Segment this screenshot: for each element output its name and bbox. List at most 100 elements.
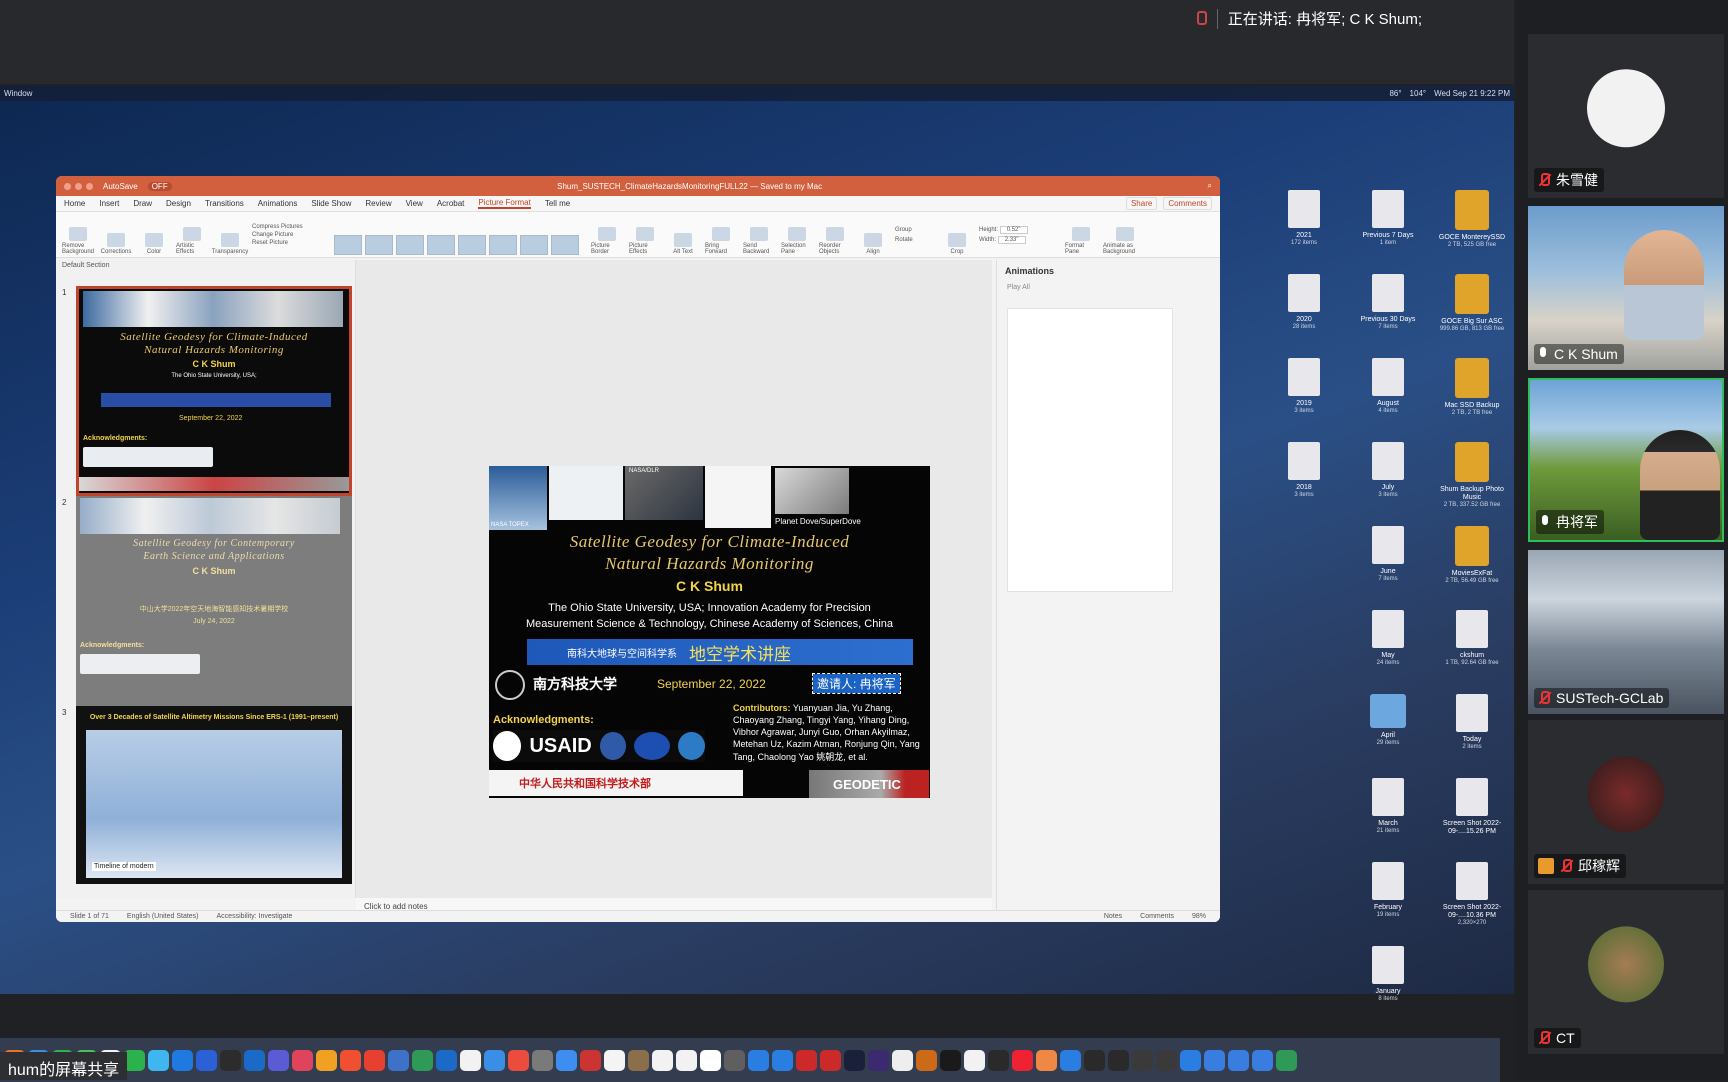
desktop-icon[interactable]: June 7 items — [1352, 526, 1424, 583]
desktop-icon[interactable]: Previous 7 Days 1 item — [1352, 190, 1424, 247]
dock-app-icon[interactable] — [940, 1049, 961, 1071]
dock-app-icon[interactable] — [412, 1049, 433, 1071]
dock-app-icon[interactable] — [1132, 1049, 1153, 1071]
corrections-button[interactable]: Corrections — [100, 233, 132, 255]
desktop-icon[interactable]: Shum Backup Photo Music 2 TB, 337.52 GB f… — [1436, 442, 1508, 509]
tab-review[interactable]: Review — [365, 199, 391, 208]
dock-app-icon[interactable] — [292, 1049, 313, 1071]
slide-thumbnail-3[interactable]: Over 3 Decades of Satellite Altimetry Mi… — [76, 706, 352, 884]
tab-design[interactable]: Design — [166, 199, 191, 208]
dock-app-icon[interactable] — [1156, 1049, 1177, 1071]
autosave-toggle[interactable]: OFF — [147, 181, 172, 191]
comments-button[interactable]: Comments — [1163, 197, 1212, 210]
rotate-button[interactable]: Rotate — [895, 237, 935, 243]
dock-app-icon[interactable] — [556, 1049, 577, 1071]
desktop-icon[interactable]: Screen Shot 2022-09-....15.26 PM — [1436, 778, 1508, 836]
play-all-button[interactable]: Play All — [997, 282, 1220, 293]
dock-app-icon[interactable] — [1060, 1049, 1081, 1071]
tab-home[interactable]: Home — [64, 199, 85, 208]
desktop-icon[interactable]: Previous 30 Days 7 items — [1352, 274, 1424, 331]
dock-app-icon[interactable] — [244, 1049, 265, 1071]
language[interactable]: English (United States) — [127, 913, 199, 920]
dock-app-icon[interactable] — [676, 1049, 697, 1071]
remove-background-button[interactable]: Remove Background — [62, 227, 94, 255]
desktop-icon[interactable]: February 19 items — [1352, 862, 1424, 919]
participant-tile-3[interactable]: 冉将军 — [1528, 378, 1724, 542]
desktop-icon[interactable]: 2021 172 items — [1268, 190, 1340, 247]
desktop-icon[interactable]: April 29 items — [1352, 694, 1424, 747]
tab-draw[interactable]: Draw — [133, 199, 152, 208]
participant-tile-1[interactable]: 朱雪健 — [1528, 34, 1724, 198]
dock-app-icon[interactable] — [652, 1049, 673, 1071]
dock-app-icon[interactable] — [1204, 1049, 1225, 1071]
desktop-icon[interactable]: May 24 items — [1352, 610, 1424, 667]
compress-pictures-button[interactable]: Compress Pictures — [252, 224, 322, 230]
participant-tile-2[interactable]: C K Shum — [1528, 206, 1724, 370]
send-backward-button[interactable]: Send Backward — [743, 227, 775, 255]
dock-app-icon[interactable] — [700, 1049, 721, 1071]
participant-tile-4[interactable]: SUSTech-GCLab — [1528, 550, 1724, 714]
tab-view[interactable]: View — [406, 199, 423, 208]
animation-list[interactable] — [1007, 308, 1173, 592]
dock-app-icon[interactable] — [964, 1049, 985, 1071]
participant-tile-5[interactable]: 邱稼辉 — [1528, 720, 1724, 884]
search-icon[interactable]: ⌕ — [1208, 181, 1212, 191]
alt-text-button[interactable]: Alt Text — [667, 233, 699, 255]
dock-app-icon[interactable] — [748, 1049, 769, 1071]
dock-app-icon[interactable] — [1180, 1049, 1201, 1071]
desktop-icon[interactable]: MoviesExFat 2 TB, 56.49 GB free — [1436, 526, 1508, 585]
main-slide[interactable]: NASA TOPEX NASA/DLR Planet Dove/SuperDov… — [489, 466, 930, 798]
slide-thumbnail-2[interactable]: Satellite Geodesy for Contemporary Earth… — [76, 496, 352, 706]
desktop-icon[interactable]: GOCE Big Sur ASC 999.86 GB, 813 GB free — [1436, 274, 1508, 333]
tab-acrobat[interactable]: Acrobat — [437, 199, 465, 208]
picture-border-button[interactable]: Picture Border — [591, 227, 623, 255]
dock-app-icon[interactable] — [436, 1049, 457, 1071]
desktop-icon[interactable]: Today 2 items — [1436, 694, 1508, 751]
dock-app-icon[interactable] — [1108, 1049, 1129, 1071]
dock-app-icon[interactable] — [604, 1049, 625, 1071]
transparency-button[interactable]: Transparency — [212, 233, 248, 255]
dock-app-icon[interactable] — [772, 1049, 793, 1071]
group-button[interactable]: Group — [895, 227, 935, 233]
bring-forward-button[interactable]: Bring Forward — [705, 227, 737, 255]
dock-app-icon[interactable] — [1036, 1049, 1057, 1071]
change-picture-button[interactable]: Change Picture — [252, 232, 322, 238]
dock-app-icon[interactable] — [868, 1049, 889, 1071]
dock-app-icon[interactable] — [916, 1049, 937, 1071]
tab-insert[interactable]: Insert — [99, 199, 119, 208]
desktop-icon[interactable]: 2019 3 items — [1268, 358, 1340, 415]
desktop-icon[interactable]: 2018 3 items — [1268, 442, 1340, 499]
dock-app-icon[interactable] — [532, 1049, 553, 1071]
desktop-icon[interactable]: 2020 28 items — [1268, 274, 1340, 331]
window-controls[interactable] — [64, 182, 93, 190]
reorder-objects-button[interactable]: Reorder Objects — [819, 227, 851, 255]
dock-app-icon[interactable] — [316, 1049, 337, 1071]
tab-animations[interactable]: Animations — [258, 199, 298, 208]
dock-app-icon[interactable] — [268, 1049, 289, 1071]
desktop-icon[interactable]: Screen Shot 2022-09-....10.36 PM 2,320×27… — [1436, 862, 1508, 927]
dock-app-icon[interactable] — [460, 1049, 481, 1071]
share-button[interactable]: Share — [1125, 197, 1158, 210]
participant-tile-6[interactable]: CT — [1528, 890, 1724, 1054]
desktop-icon[interactable]: GOCE MontereySSD 2 TB, 525 GB free — [1436, 190, 1508, 249]
width-field[interactable]: 2.33" — [997, 235, 1026, 244]
tab-slide-show[interactable]: Slide Show — [311, 199, 351, 208]
status-comments-button[interactable]: Comments — [1140, 913, 1174, 920]
dock-app-icon[interactable] — [508, 1049, 529, 1071]
desktop-icon[interactable]: March 21 items — [1352, 778, 1424, 835]
desktop-icon[interactable]: Mac SSD Backup 2 TB, 2 TB free — [1436, 358, 1508, 417]
reset-picture-button[interactable]: Reset Picture — [252, 240, 322, 246]
tab-tell-me[interactable]: Tell me — [545, 199, 570, 208]
accessibility[interactable]: Accessibility: Investigate — [217, 913, 293, 920]
dock-app-icon[interactable] — [484, 1049, 505, 1071]
desktop-icon[interactable]: January 8 items — [1352, 946, 1424, 1003]
tab-picture-format[interactable]: Picture Format — [478, 198, 531, 209]
menu-window[interactable]: Window — [4, 89, 32, 98]
picture-effects-button[interactable]: Picture Effects — [629, 227, 661, 255]
align-button[interactable]: Align — [857, 233, 889, 255]
dock-app-icon[interactable] — [220, 1049, 241, 1071]
dock-app-icon[interactable] — [196, 1049, 217, 1071]
dock-app-icon[interactable] — [1228, 1049, 1249, 1071]
dock-app-icon[interactable] — [796, 1049, 817, 1071]
desktop-icon[interactable]: ckshum 1 TB, 92.64 GB free — [1436, 610, 1508, 667]
